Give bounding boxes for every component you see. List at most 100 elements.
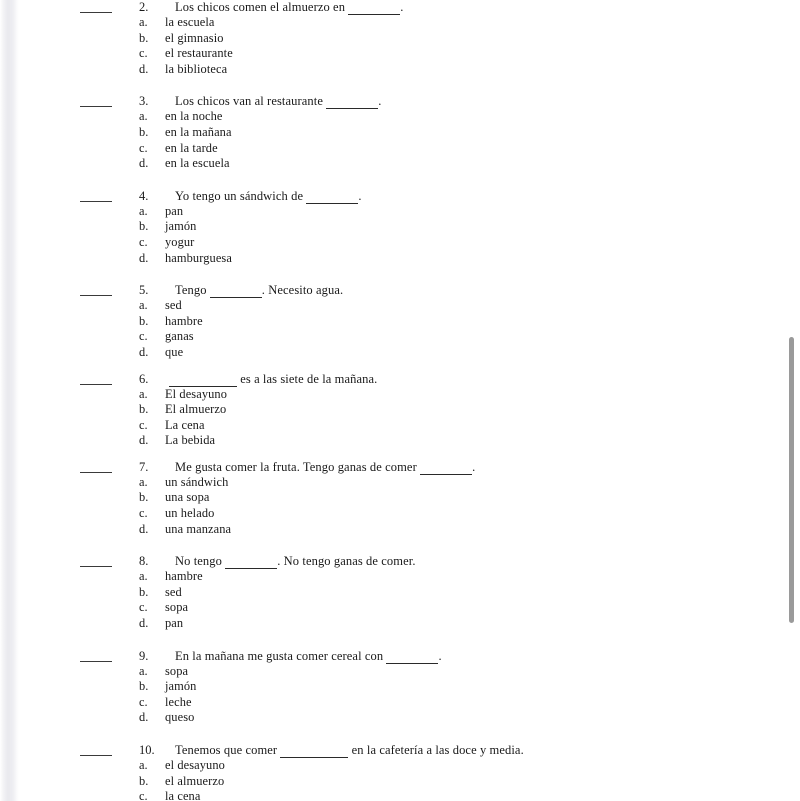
answer-option[interactable]: c. yogur xyxy=(19,235,786,251)
answer-option-list: a. hambre b. sed c. sopa d. pan xyxy=(19,569,786,631)
question-text-after-blank: . xyxy=(438,648,442,663)
option-text: la biblioteca xyxy=(165,61,228,76)
option-letter: b. xyxy=(139,30,149,45)
option-letter: c. xyxy=(139,600,148,615)
answer-option[interactable]: a. sed xyxy=(19,298,786,314)
answer-option[interactable]: d. hamburguesa xyxy=(19,251,786,267)
fill-in-blank[interactable] xyxy=(348,0,401,15)
answer-option[interactable]: a. pan xyxy=(19,204,786,220)
fill-in-blank[interactable] xyxy=(306,188,359,204)
answer-option-list: a. la escuela b. el gimnasio c. el restaurant… xyxy=(19,15,786,77)
option-text: ganas xyxy=(165,329,194,344)
answer-option[interactable]: d. La bebida xyxy=(19,433,786,449)
question-text: Tenemos que comer en la cafetería a las … xyxy=(175,743,524,759)
answer-option[interactable]: d. la biblioteca xyxy=(19,62,786,78)
document-page: 2. Los chicos comen el almuerzo en . a. la … xyxy=(19,0,786,801)
option-letter: b. xyxy=(139,679,149,694)
answer-blank-line[interactable] xyxy=(80,200,112,202)
answer-blank-line[interactable] xyxy=(80,12,112,13)
answer-blank-line[interactable] xyxy=(80,106,112,108)
answer-option[interactable]: b. el almuerzo xyxy=(19,774,786,790)
option-text: hambre xyxy=(165,313,203,328)
option-letter: a. xyxy=(139,203,148,218)
option-text: yogur xyxy=(165,234,195,249)
question-spacer xyxy=(19,537,786,554)
fill-in-blank[interactable] xyxy=(386,648,439,664)
answer-option[interactable]: d. pan xyxy=(19,616,786,632)
answer-option[interactable]: a. sopa xyxy=(19,664,786,680)
answer-blank-line[interactable] xyxy=(80,660,112,662)
answer-option-list: a. pan b. jamón c. yogur d. hamburguesa xyxy=(19,204,786,266)
answer-option-list: a.el desayunob.el almuerzoc.la cenad.la … xyxy=(19,758,786,801)
fill-in-blank[interactable] xyxy=(326,93,379,110)
answer-option[interactable]: c. leche xyxy=(19,695,786,711)
question-line: 8. No tengo . No tengo ganas de comer. xyxy=(19,553,786,570)
answer-option[interactable]: a. El desayuno xyxy=(19,387,786,403)
answer-option[interactable]: c. la cena xyxy=(19,789,786,801)
option-letter: d. xyxy=(139,521,149,536)
answer-option[interactable]: c. en la tarde xyxy=(19,141,786,157)
answer-option[interactable]: b. en la mañana xyxy=(19,125,786,141)
answer-option[interactable]: a. la escuela xyxy=(19,15,786,31)
answer-option[interactable]: d. queso xyxy=(19,710,786,726)
answer-option[interactable]: a. un sándwich xyxy=(19,475,786,491)
question-block: 6. es a las siete de la mañana. a. El desa… xyxy=(19,372,786,449)
option-letter: c. xyxy=(139,234,148,249)
answer-option[interactable]: b. hambre xyxy=(19,314,786,330)
option-text: sopa xyxy=(165,663,189,678)
fill-in-blank[interactable] xyxy=(225,553,278,570)
answer-option[interactable]: c. un helado xyxy=(19,506,786,522)
question-text-before-blank: No tengo xyxy=(175,554,222,569)
answer-blank-line[interactable] xyxy=(80,755,112,756)
fill-in-blank[interactable] xyxy=(420,459,473,475)
question-text-before-blank: Me gusta comer la fruta. Tengo ganas de … xyxy=(175,459,417,474)
answer-blank-line[interactable] xyxy=(80,383,112,385)
question-number: 2. xyxy=(139,0,149,14)
option-letter: c. xyxy=(139,329,148,344)
answer-option[interactable]: c. sopa xyxy=(19,600,786,616)
option-letter: d. xyxy=(139,61,149,76)
option-letter: d. xyxy=(139,156,149,171)
answer-option[interactable]: b. El almuerzo xyxy=(19,402,786,418)
answer-option[interactable]: c. ganas xyxy=(19,329,786,345)
answer-option[interactable]: c. La cena xyxy=(19,418,786,434)
answer-blank-line[interactable] xyxy=(80,566,112,568)
answer-option[interactable]: d. en la escuela xyxy=(19,156,786,172)
fill-in-blank[interactable] xyxy=(280,742,349,758)
vertical-scrollbar-thumb[interactable] xyxy=(789,337,794,623)
answer-option[interactable]: d. que xyxy=(19,345,786,361)
fill-in-blank[interactable] xyxy=(209,282,262,299)
option-letter: b. xyxy=(139,124,149,139)
answer-option[interactable]: d. una manzana xyxy=(19,522,786,538)
fill-in-blank[interactable] xyxy=(169,371,237,387)
answer-blank-line[interactable] xyxy=(80,471,112,473)
answer-option[interactable]: b. sed xyxy=(19,585,786,601)
question-text-before-blank: En la mañana me gusta comer cereal con xyxy=(175,648,384,663)
question-block: 7. Me gusta comer la fruta. Tengo ganas d… xyxy=(19,460,786,537)
vertical-scrollbar-track[interactable] xyxy=(786,0,800,801)
question-line: 10. Tenemos que comer en la cafetería a l… xyxy=(19,743,786,758)
answer-option[interactable]: a. en la noche xyxy=(19,109,786,125)
question-line: 7. Me gusta comer la fruta. Tengo ganas d… xyxy=(19,460,786,475)
answer-option[interactable]: b. jamón xyxy=(19,219,786,235)
option-letter: b. xyxy=(139,773,149,788)
option-text: El almuerzo xyxy=(165,402,227,417)
answer-option[interactable]: a. el desayuno xyxy=(19,758,786,774)
answer-option[interactable]: a. hambre xyxy=(19,569,786,585)
answer-option[interactable]: b. una sopa xyxy=(19,490,786,506)
answer-blank-line[interactable] xyxy=(80,295,112,297)
answer-option[interactable]: b. el gimnasio xyxy=(19,31,786,47)
option-letter: d. xyxy=(139,344,149,359)
answer-option[interactable]: c. el restaurante xyxy=(19,46,786,62)
option-text: hamburguesa xyxy=(165,250,232,265)
option-text: hambre xyxy=(165,569,203,584)
question-number: 8. xyxy=(139,554,149,569)
option-letter: a. xyxy=(139,474,148,489)
answer-option[interactable]: b. jamón xyxy=(19,679,786,695)
question-spacer xyxy=(19,726,786,743)
question-line: 4. Yo tengo un sándwich de . xyxy=(19,189,786,204)
question-line: 2. Los chicos comen el almuerzo en . xyxy=(19,0,786,15)
option-text: el restaurante xyxy=(165,46,233,61)
option-letter: a. xyxy=(139,15,148,29)
option-text: una manzana xyxy=(165,521,232,536)
